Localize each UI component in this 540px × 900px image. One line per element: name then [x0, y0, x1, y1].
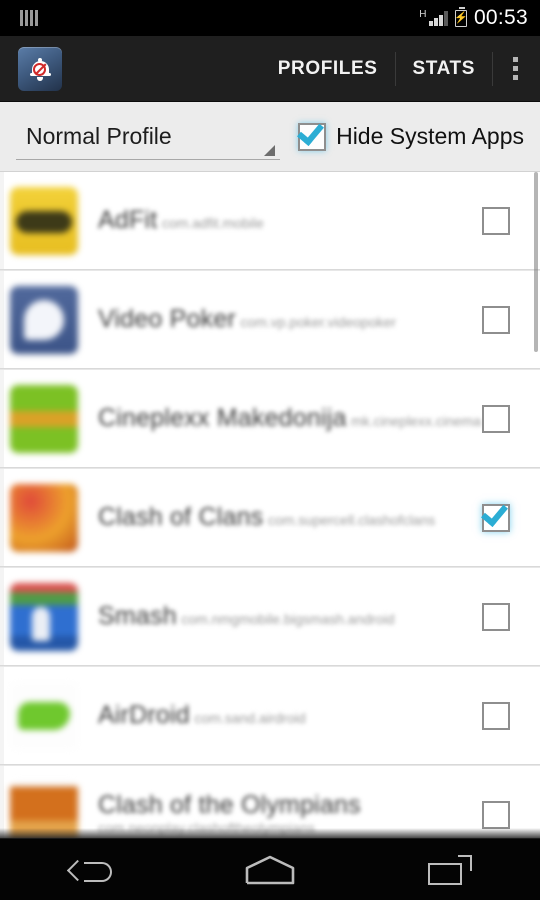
recents-button[interactable] — [390, 839, 510, 900]
app-list[interactable]: AdFit com.adfit.mobile Video Poker com.v… — [0, 172, 540, 838]
app-checkbox[interactable] — [481, 498, 510, 532]
app-checkbox[interactable] — [482, 404, 510, 433]
app-package: com.neonplay.clashoftheolympians — [98, 820, 315, 836]
list-item[interactable]: Cineplexx Makedonija mk.cineplexx.cinema — [0, 370, 540, 468]
app-icon-rainbow — [10, 582, 78, 651]
phone-screen: H ⚡ 00:53 PROFILES STATS Normal Profile … — [0, 0, 540, 900]
list-item[interactable]: Video Poker com.vp.poker.videopoker — [0, 271, 540, 369]
app-package: com.adfit.mobile — [161, 215, 264, 231]
home-icon — [245, 855, 295, 885]
hide-system-apps-row[interactable]: Hide System Apps — [297, 117, 524, 151]
list-item-text: Cineplexx Makedonija mk.cineplexx.cinema — [98, 404, 482, 433]
app-name: Clash of Clans — [98, 503, 264, 531]
network-type-label: H — [419, 9, 427, 20]
app-icon-blue — [10, 285, 78, 354]
app-checkbox[interactable] — [482, 701, 510, 730]
list-scrollbar[interactable] — [534, 172, 538, 352]
battery-charging-icon: ⚡ — [454, 6, 468, 27]
profile-bar: Normal Profile Hide System Apps — [0, 102, 540, 172]
action-bar-actions: PROFILES STATS — [261, 36, 540, 101]
bell-shape — [29, 57, 51, 81]
sim-bars-icon — [20, 10, 38, 26]
app-package: com.nmgmobile.bigsmash.android — [181, 611, 395, 627]
app-package: mk.cineplexx.cinema — [351, 413, 481, 429]
status-bar-left — [12, 10, 38, 26]
list-item-text: Smash com.nmgmobile.bigsmash.android — [98, 602, 482, 631]
status-bar: H ⚡ 00:53 — [0, 0, 540, 36]
app-icon-yellow — [10, 186, 78, 255]
list-item-text: AdFit com.adfit.mobile — [98, 206, 482, 235]
list-item[interactable]: Clash of the Olympians com.neonplay.clas… — [0, 766, 540, 838]
app-icon-orange — [10, 780, 78, 838]
list-item-text: Clash of Clans com.supercell.clashofclan… — [98, 503, 482, 532]
app-checkbox[interactable] — [482, 602, 510, 631]
app-icon-red — [10, 483, 78, 552]
app-name: AdFit — [98, 206, 158, 234]
app-icon-green — [10, 384, 78, 453]
status-bar-right: H ⚡ 00:53 — [419, 6, 528, 30]
app-checkbox[interactable] — [482, 206, 510, 235]
app-checkbox[interactable] — [482, 800, 510, 829]
app-name: Video Poker — [98, 305, 236, 333]
profile-spinner[interactable]: Normal Profile — [16, 114, 281, 160]
app-name: Smash — [98, 602, 177, 630]
list-item[interactable]: Smash com.nmgmobile.bigsmash.android — [0, 568, 540, 666]
list-item-text: Video Poker com.vp.poker.videopoker — [98, 305, 482, 334]
recent-apps-icon — [428, 854, 472, 885]
checkmark-icon — [481, 498, 508, 527]
app-package: com.sand.airdroid — [194, 710, 306, 726]
overflow-menu-icon[interactable] — [493, 36, 540, 101]
list-item[interactable]: AirDroid com.sand.airdroid — [0, 667, 540, 765]
tab-stats[interactable]: STATS — [396, 36, 492, 101]
hide-system-apps-label: Hide System Apps — [336, 123, 524, 149]
action-bar: PROFILES STATS — [0, 36, 540, 102]
hide-system-apps-checkbox[interactable] — [297, 117, 327, 151]
tab-profiles[interactable]: PROFILES — [261, 36, 395, 101]
dropdown-triangle-icon — [264, 144, 276, 156]
app-name: Clash of the Olympians — [98, 791, 361, 819]
app-name: AirDroid — [98, 701, 190, 729]
back-arrow-icon — [68, 856, 112, 884]
list-item-text: AirDroid com.sand.airdroid — [98, 701, 482, 730]
app-package: com.vp.poker.videopoker — [240, 314, 397, 330]
app-checkbox[interactable] — [482, 305, 510, 334]
list-item-text: Clash of the Olympians com.neonplay.clas… — [98, 791, 482, 838]
checkmark-icon — [297, 117, 325, 146]
list-item[interactable]: AdFit com.adfit.mobile — [0, 172, 540, 270]
app-package: com.supercell.clashofclans — [267, 512, 436, 528]
app-icon-airdroid — [10, 681, 78, 750]
bell-blocked-icon[interactable] — [18, 46, 62, 91]
no-entry-icon — [32, 62, 46, 76]
signal-bars-icon — [429, 10, 448, 26]
back-button[interactable] — [30, 839, 150, 900]
navigation-bar — [0, 838, 540, 900]
home-button[interactable] — [210, 839, 330, 900]
list-item[interactable]: Clash of Clans com.supercell.clashofclan… — [0, 469, 540, 567]
app-name: Cineplexx Makedonija — [98, 404, 347, 432]
status-bar-clock: 00:53 — [473, 6, 528, 29]
profile-spinner-value: Normal Profile — [26, 122, 172, 149]
